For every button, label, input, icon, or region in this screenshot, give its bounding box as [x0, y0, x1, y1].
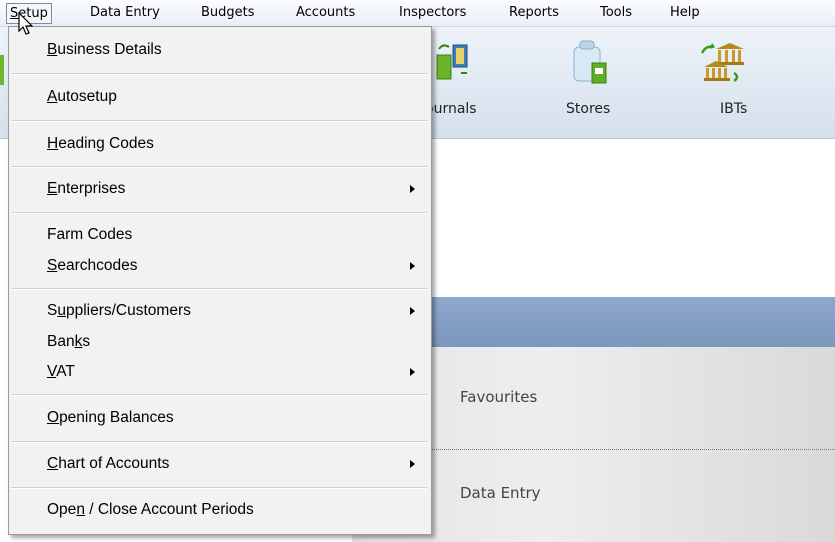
menu-accounts[interactable]: Accounts [296, 3, 355, 22]
menu-item-business-details[interactable]: Business Details [47, 41, 162, 59]
menu-separator [11, 212, 427, 214]
menu-separator [11, 441, 427, 443]
toolbar-ibts-label: IBTs [720, 101, 748, 117]
menu-separator [11, 487, 427, 489]
label-pre: Farm Codes [47, 226, 133, 243]
menu-item-searchcodes[interactable]: Searchcodes [47, 257, 137, 275]
toolbar-stores-label: Stores [566, 101, 611, 117]
label-pre: Ope [47, 501, 77, 518]
menu-item-banks[interactable]: Banks [47, 333, 90, 351]
label-post: AT [56, 363, 75, 380]
toolbar-accent [0, 55, 4, 85]
toolbar-ibts-button[interactable]: IBTs [690, 27, 770, 138]
setup-dropdown-menu: Business Details Autosetup Heading Codes… [8, 26, 432, 535]
label-mnemonic: H [47, 135, 59, 152]
menu-item-enterprises[interactable]: Enterprises [47, 180, 125, 198]
label-post: ppliers/Customers [65, 302, 191, 319]
ibts-icon [700, 43, 744, 83]
menu-bar: Setup Data Entry Budgets Accounts Inspec… [0, 0, 835, 27]
label-mnemonic: V [47, 363, 57, 380]
submenu-arrow-icon [410, 307, 415, 315]
submenu-arrow-icon [410, 185, 415, 193]
menu-item-chart-of-accounts[interactable]: Chart of Accounts [47, 455, 169, 473]
menu-separator [11, 288, 427, 290]
submenu-arrow-icon [410, 460, 415, 468]
menu-reports[interactable]: Reports [509, 3, 559, 22]
menu-item-heading-codes[interactable]: Heading Codes [47, 135, 154, 153]
menu-item-opening-balances[interactable]: Opening Balances [47, 409, 174, 427]
menu-item-vat[interactable]: VAT [47, 363, 75, 381]
label-post: eading Codes [58, 135, 154, 152]
menu-separator [11, 73, 427, 75]
label-pre: Ban [47, 333, 75, 350]
submenu-arrow-icon [410, 262, 415, 270]
menu-help[interactable]: Help [670, 3, 700, 22]
submenu-arrow-icon [410, 368, 415, 376]
menu-separator [11, 166, 427, 168]
menu-budgets[interactable]: Budgets [201, 3, 255, 22]
label-mnemonic: S [47, 257, 58, 274]
nav-data-entry[interactable]: Data Entry [460, 484, 541, 502]
label-mnemonic: E [47, 180, 58, 197]
label-post: hart of Accounts [58, 455, 170, 472]
label-post: utosetup [57, 88, 117, 105]
menu-item-open-close-account-periods[interactable]: Open / Close Account Periods [47, 501, 254, 519]
menu-separator [11, 120, 427, 122]
label-post: s [82, 333, 91, 350]
menu-tools[interactable]: Tools [600, 3, 632, 22]
label-mnemonic: B [47, 41, 58, 58]
toolbar-stores-button[interactable]: Stores [560, 27, 630, 138]
label-post: pening Balances [59, 409, 174, 426]
menu-data-entry[interactable]: Data Entry [90, 3, 160, 22]
label-mnemonic: C [47, 455, 59, 472]
label-pre: S [47, 302, 58, 319]
label-post: / Close Account Periods [84, 501, 254, 518]
toolbar-journals-label: ournals [425, 101, 477, 117]
toolbar-journals-button[interactable]: ournals [425, 27, 505, 138]
label-post: earchcodes [57, 257, 138, 274]
menu-item-autosetup[interactable]: Autosetup [47, 88, 117, 106]
journals-icon [436, 44, 468, 80]
label-mnemonic: u [57, 302, 66, 319]
menu-item-suppliers-customers[interactable]: Suppliers/Customers [47, 302, 191, 320]
mouse-pointer-icon [18, 12, 34, 35]
menu-separator [11, 394, 427, 396]
menu-inspectors[interactable]: Inspectors [399, 3, 466, 22]
label-mnemonic: O [47, 409, 60, 426]
label-mnemonic: A [47, 88, 58, 105]
label-mnemonic: n [76, 501, 85, 518]
label-post: usiness Details [57, 41, 162, 58]
menu-item-farm-codes[interactable]: Farm Codes [47, 226, 132, 244]
nav-favourites[interactable]: Favourites [460, 388, 537, 406]
stores-icon [573, 40, 607, 84]
label-post: nterprises [57, 180, 126, 197]
